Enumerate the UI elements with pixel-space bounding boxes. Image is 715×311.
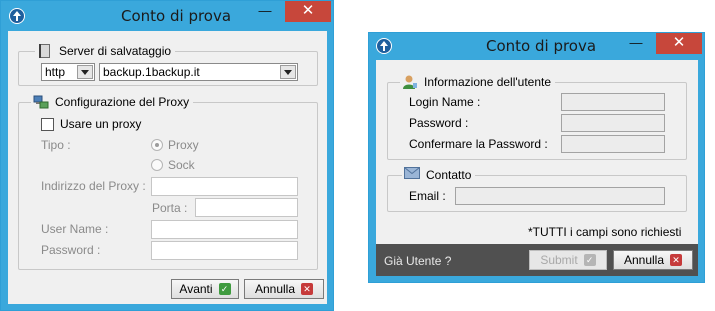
host-select[interactable]: backup.1backup.it <box>99 63 298 81</box>
close-button[interactable]: ✕ <box>285 1 331 22</box>
left-dialog-window: Conto di prova — ✕ Server di salvataggio… <box>0 0 334 311</box>
left-titlebar[interactable]: Conto di prova — ✕ <box>1 1 333 31</box>
email-label: Email : <box>409 189 446 203</box>
check-icon: ✓ <box>218 283 231 295</box>
proxy-radio[interactable] <box>151 139 163 151</box>
chevron-down-icon[interactable] <box>280 65 296 79</box>
password-input[interactable] <box>561 114 665 132</box>
password-input[interactable] <box>151 241 298 260</box>
close-button[interactable]: ✕ <box>656 33 702 54</box>
sock-radio[interactable] <box>151 159 163 171</box>
right-dialog-body: Informazione dell'utente Login Name : Pa… <box>376 60 698 244</box>
network-computer-icon <box>33 94 49 110</box>
user-icon <box>402 74 418 90</box>
left-dialog-body: Server di salvataggio http backup.1backu… <box>8 31 327 304</box>
cancel-button[interactable]: Annulla ✕ <box>244 279 324 299</box>
close-icon: ✕ <box>670 254 683 266</box>
close-icon: ✕ <box>301 283 314 295</box>
protocol-select[interactable]: http <box>41 63 95 81</box>
proxy-group-legend: Configurazione del Proxy <box>55 95 190 109</box>
username-input[interactable] <box>151 220 298 239</box>
required-fields-note: *TUTTI i campi sono richiesti <box>528 225 682 239</box>
contact-legend: Contatto <box>426 168 472 182</box>
confirm-password-label: Confermare la Password : <box>409 137 548 151</box>
minimize-button[interactable]: — <box>252 1 278 22</box>
right-dialog-footer: Già Utente ? Submit ✓ Annulla ✕ <box>376 244 698 276</box>
email-input[interactable] <box>455 187 665 205</box>
use-proxy-checkbox[interactable] <box>41 118 54 131</box>
sock-radio-label: Sock <box>168 158 195 172</box>
cancel-button[interactable]: Annulla ✕ <box>613 250 693 270</box>
proxy-address-label: Indirizzo del Proxy : <box>41 179 146 193</box>
type-label: Tipo : <box>41 138 71 152</box>
chevron-down-icon[interactable] <box>77 65 93 79</box>
app-logo-icon <box>9 8 25 24</box>
proxy-radio-label: Proxy <box>168 138 199 152</box>
login-name-label: Login Name : <box>409 95 481 109</box>
user-info-legend: Informazione dell'utente <box>424 75 552 89</box>
book-icon <box>37 43 53 59</box>
confirm-password-input[interactable] <box>561 135 665 153</box>
next-button[interactable]: Avanti ✓ <box>171 279 239 299</box>
login-name-input[interactable] <box>561 93 665 111</box>
password-label: Password : <box>409 116 469 130</box>
username-label: User Name : <box>41 222 109 236</box>
minimize-button[interactable]: — <box>623 33 649 54</box>
port-input[interactable] <box>195 198 298 217</box>
app-logo-icon <box>376 38 392 54</box>
right-titlebar[interactable]: Conto di prova — ✕ <box>369 33 704 63</box>
server-group-legend: Server di salvataggio <box>59 44 172 58</box>
right-dialog-window: Conto di prova — ✕ Informazione dell'ute… <box>368 32 705 283</box>
submit-button[interactable]: Submit ✓ <box>529 250 607 270</box>
existing-user-link[interactable]: Già Utente ? <box>384 254 451 268</box>
password-label: Password : <box>41 243 101 257</box>
check-icon: ✓ <box>583 254 596 266</box>
window-title: Conto di prova <box>486 37 597 55</box>
proxy-address-input[interactable] <box>151 177 298 196</box>
use-proxy-label: Usare un proxy <box>60 117 142 131</box>
window-title: Conto di prova <box>121 7 232 25</box>
port-label: Porta : <box>152 201 188 215</box>
envelope-icon <box>404 167 420 183</box>
